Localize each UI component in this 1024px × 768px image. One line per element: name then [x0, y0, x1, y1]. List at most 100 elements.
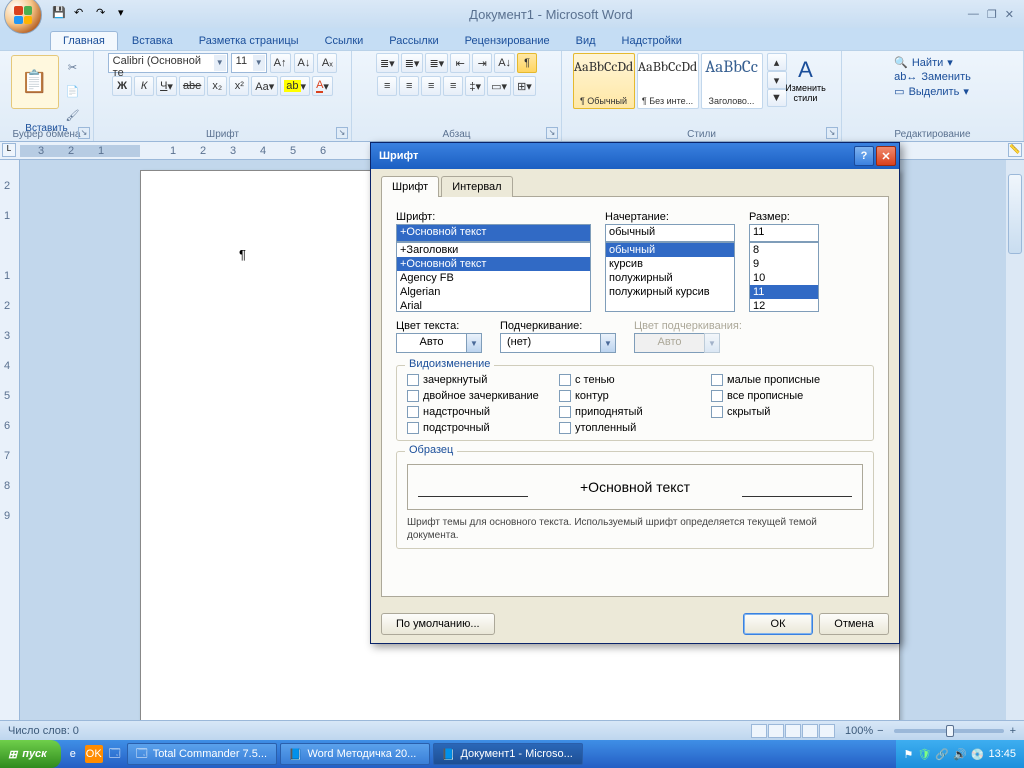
default-button[interactable]: По умолчанию... [381, 613, 495, 635]
quick-ie-icon[interactable]: e [64, 745, 82, 763]
indent-inc-button[interactable]: ⇥ [472, 53, 492, 73]
tab-addins[interactable]: Надстройки [610, 32, 694, 50]
view-outline-icon[interactable] [802, 724, 818, 738]
replace-button[interactable]: ab↔Заменить [894, 71, 971, 83]
font-color-combo[interactable]: Авто▼ [396, 333, 482, 353]
bullets-button[interactable]: ≣▾ [376, 53, 399, 73]
indent-dec-button[interactable]: ⇤ [450, 53, 470, 73]
tab-layout[interactable]: Разметка страницы [187, 32, 311, 50]
style-nospacing[interactable]: AaBbCcDd¶ Без инте... [637, 53, 699, 109]
vertical-ruler[interactable]: 2 1 1 2 3 4 5 6 7 8 9 [0, 160, 20, 720]
grow-font-icon[interactable]: A↑ [270, 53, 291, 73]
task-word-method[interactable]: 📘Word Методичка 20... [280, 743, 430, 765]
paste-button[interactable]: 📋 [11, 55, 59, 109]
italic-button[interactable]: К [134, 76, 154, 96]
clear-format-icon[interactable]: Aₓ [317, 53, 337, 73]
qat-undo-icon[interactable]: ↶ [74, 6, 90, 22]
subscript-button[interactable]: x₂ [207, 76, 227, 96]
superscript-button[interactable]: x² [229, 76, 249, 96]
cut-icon[interactable]: ✂ [63, 57, 83, 77]
qat-save-icon[interactable]: 💾 [52, 6, 68, 22]
font-family-select[interactable]: Calibri (Основной те▼ [108, 53, 228, 73]
style-normal[interactable]: AaBbCcDd¶ Обычный [573, 53, 635, 109]
align-center-button[interactable]: ≡ [399, 76, 419, 96]
bold-button[interactable]: Ж [112, 76, 132, 96]
change-case-button[interactable]: Aa▾ [251, 76, 278, 96]
qat-customize-icon[interactable]: ▾ [118, 6, 134, 22]
highlight-button[interactable]: ab▾ [280, 76, 310, 96]
chk-emboss[interactable]: приподнятый [559, 406, 711, 418]
underline-button[interactable]: Ч ▾ [156, 76, 177, 96]
chk-super[interactable]: надстрочный [407, 406, 559, 418]
chk-strike[interactable]: зачеркнутый [407, 374, 559, 386]
tray-clock[interactable]: 13:45 [988, 748, 1016, 760]
ruler-toggle[interactable]: 📏 [1008, 143, 1022, 157]
tab-view[interactable]: Вид [564, 32, 608, 50]
start-button[interactable]: ⊞пуск [0, 740, 61, 768]
cancel-button[interactable]: Отмена [819, 613, 889, 635]
tab-selector[interactable]: L [2, 143, 16, 157]
tab-home[interactable]: Главная [50, 31, 118, 50]
qat-redo-icon[interactable]: ↷ [96, 6, 112, 22]
dialog-tab-spacing[interactable]: Интервал [441, 176, 512, 197]
align-right-button[interactable]: ≡ [421, 76, 441, 96]
multilevel-button[interactable]: ≣▾ [425, 53, 448, 73]
shrink-font-icon[interactable]: A↓ [294, 53, 315, 73]
close-button[interactable]: ✕ [1005, 8, 1014, 21]
font-size-select[interactable]: 11▼ [231, 53, 267, 73]
font-size-list[interactable]: 8 9 10 11 12 [749, 242, 819, 312]
change-styles-button[interactable]: AИзменить стили [781, 53, 831, 103]
task-document1[interactable]: 📘Документ1 - Microso... [433, 743, 583, 765]
vertical-scrollbar[interactable] [1006, 160, 1024, 720]
tab-mailings[interactable]: Рассылки [377, 32, 450, 50]
tab-insert[interactable]: Вставка [120, 32, 185, 50]
style-heading1[interactable]: AaBbCcЗаголово... [701, 53, 763, 109]
quick-desktop-icon[interactable]: 🗔 [106, 745, 124, 763]
format-painter-icon[interactable]: 🖌 [63, 105, 83, 125]
tab-references[interactable]: Ссылки [313, 32, 376, 50]
word-count[interactable]: Число слов: 0 [8, 725, 79, 737]
font-color-button[interactable]: A▾ [312, 76, 333, 96]
show-marks-button[interactable]: ¶ [517, 53, 537, 73]
align-left-button[interactable]: ≡ [377, 76, 397, 96]
quick-ok-icon[interactable]: OK [85, 745, 103, 763]
chk-outline[interactable]: контур [559, 390, 711, 402]
tray-flag-icon[interactable]: ⚑ [904, 748, 914, 761]
sort-button[interactable]: A↓ [494, 53, 515, 73]
tray-shield-icon[interactable]: 🛡 [917, 748, 931, 761]
tab-review[interactable]: Рецензирование [453, 32, 562, 50]
chk-engrave[interactable]: утопленный [559, 422, 711, 434]
view-draft-icon[interactable] [819, 724, 835, 738]
chk-shadow[interactable]: с тенью [559, 374, 711, 386]
numbering-button[interactable]: ≣▾ [401, 53, 424, 73]
view-print-icon[interactable] [751, 724, 767, 738]
chk-sub[interactable]: подстрочный [407, 422, 559, 434]
chk-dblstrike[interactable]: двойное зачеркивание [407, 390, 559, 402]
font-launcher[interactable]: ↘ [336, 127, 348, 139]
zoom-level[interactable]: 100% [845, 725, 873, 737]
font-name-input[interactable]: +Основной текст [396, 224, 591, 242]
tray-disc-icon[interactable]: 💿 [971, 748, 985, 761]
copy-icon[interactable]: 📄 [63, 81, 83, 101]
maximize-button[interactable]: ❐ [987, 8, 997, 21]
ok-button[interactable]: ОК [743, 613, 813, 635]
underline-combo[interactable]: (нет)▼ [500, 333, 616, 353]
font-style-list[interactable]: обычный курсив полужирный полужирный кур… [605, 242, 735, 312]
font-size-input[interactable]: 11 [749, 224, 819, 242]
shading-button[interactable]: ▭▾ [487, 76, 511, 96]
zoom-slider[interactable] [894, 729, 1004, 733]
find-button[interactable]: 🔍Найти ▾ [894, 56, 971, 69]
chk-allcaps[interactable]: все прописные [711, 390, 863, 402]
minimize-button[interactable]: — [968, 8, 979, 21]
strike-button[interactable]: abe [179, 76, 205, 96]
clipboard-launcher[interactable]: ↘ [78, 127, 90, 139]
line-spacing-button[interactable]: ‡▾ [465, 76, 485, 96]
dialog-close-button[interactable]: ✕ [876, 146, 896, 166]
justify-button[interactable]: ≡ [443, 76, 463, 96]
font-style-input[interactable]: обычный [605, 224, 735, 242]
tray-network-icon[interactable]: 🔗 [935, 748, 949, 761]
tray-sound-icon[interactable]: 🔊 [953, 748, 967, 761]
dialog-help-button[interactable]: ? [854, 146, 874, 166]
font-name-list[interactable]: +Заголовки +Основной текст Agency FB Alg… [396, 242, 591, 312]
borders-button[interactable]: ⊞▾ [513, 76, 536, 96]
